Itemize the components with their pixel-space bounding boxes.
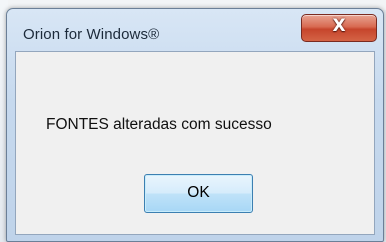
dialog-client-area: FONTES alteradas com sucesso OK (15, 51, 375, 235)
dialog-title: Orion for Windows® (23, 26, 160, 43)
title-bar[interactable]: Orion for Windows® X (7, 9, 383, 51)
ok-button-label: OK (187, 184, 210, 201)
close-button[interactable]: X (301, 14, 377, 42)
message-dialog: Orion for Windows® X FONTES alteradas co… (6, 8, 384, 242)
dialog-message: FONTES alteradas com sucesso (46, 116, 272, 133)
close-icon: X (332, 16, 346, 36)
ok-button[interactable]: OK (144, 174, 253, 213)
